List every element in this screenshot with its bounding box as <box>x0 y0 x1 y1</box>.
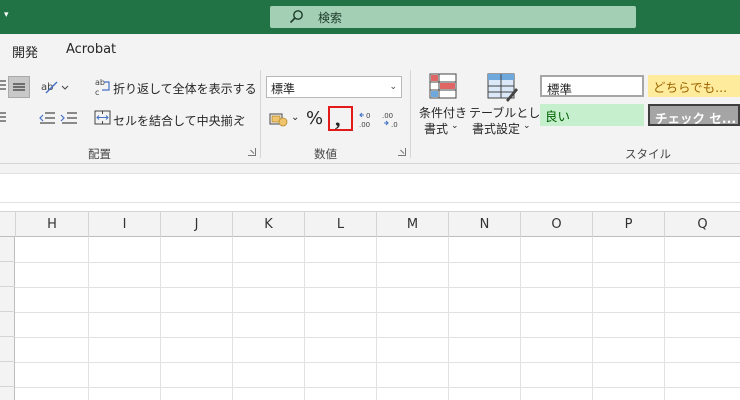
grid-line <box>15 287 740 288</box>
merge-center-button[interactable]: セルを結合して中央揃え <box>113 112 245 129</box>
grid-line <box>15 362 740 363</box>
svg-text:ab: ab <box>95 78 105 87</box>
row-header[interactable] <box>0 237 15 262</box>
column-header-k[interactable]: K <box>232 212 304 237</box>
comma-style-button[interactable]: , <box>328 106 353 131</box>
wrap-text-button[interactable]: 折り返して全体を表示する <box>113 80 257 97</box>
chevron-down-icon: ⌄ <box>523 121 531 131</box>
merge-center-icon <box>94 110 111 125</box>
column-header-j[interactable]: J <box>160 212 232 237</box>
row-header[interactable] <box>0 362 15 387</box>
formula-gap <box>0 203 740 211</box>
format-as-table-icon <box>487 73 518 102</box>
search-box[interactable]: 検索 <box>270 6 636 28</box>
column-header-h[interactable]: H <box>15 212 88 237</box>
cell-style-neutral-label: どちらでも... <box>653 80 728 95</box>
cell-style-normal-label: 標準 <box>547 82 573 97</box>
ribbon-gap <box>0 164 740 173</box>
svg-text:.00: .00 <box>382 112 393 120</box>
column-header-q[interactable]: Q <box>664 212 740 237</box>
tab-developer[interactable]: 開発 <box>12 42 38 61</box>
column-header-bar: H I J K L M N O P Q <box>0 211 740 237</box>
cell-style-good[interactable]: 良い <box>540 104 644 126</box>
svg-text:.0: .0 <box>391 121 398 129</box>
row-header-bar <box>0 237 15 400</box>
row-header[interactable] <box>0 337 15 362</box>
orientation-icon[interactable]: ab <box>40 78 70 96</box>
cell-style-neutral[interactable]: どちらでも... <box>648 75 740 97</box>
cell-style-good-label: 良い <box>545 109 571 124</box>
decrease-decimal-icon[interactable]: .00 .0 <box>381 110 401 130</box>
increase-indent-icon[interactable] <box>60 110 78 126</box>
alignment-launcher-icon[interactable] <box>248 148 256 156</box>
grid-line <box>15 387 740 388</box>
column-header-n[interactable]: N <box>448 212 520 237</box>
cell-style-check-cell[interactable]: チェック セ... <box>648 104 740 126</box>
middle-align-button[interactable] <box>8 76 30 98</box>
quick-access-dropdown-icon[interactable]: ▾ <box>4 10 9 20</box>
title-bar: ▾ 検索 <box>0 0 740 34</box>
grid-line <box>15 337 740 338</box>
svg-text:c: c <box>95 88 99 97</box>
chevron-down-icon: ⌄ <box>451 121 459 131</box>
search-icon <box>289 10 303 24</box>
increase-decimal-icon[interactable]: 0 .00 <box>358 110 378 130</box>
svg-text:.00: .00 <box>359 121 370 129</box>
accounting-format-icon[interactable] <box>269 111 289 129</box>
number-launcher-icon[interactable] <box>398 148 406 156</box>
percent-style-button[interactable]: % <box>306 108 323 129</box>
column-header-l[interactable]: L <box>304 212 376 237</box>
align-right-icon[interactable] <box>0 78 8 94</box>
row-header[interactable] <box>0 287 15 312</box>
group-separator <box>410 70 411 158</box>
column-header-m[interactable]: M <box>376 212 448 237</box>
tab-acrobat[interactable]: Acrobat <box>66 42 116 57</box>
wrap-text-icon: ab c <box>95 78 110 97</box>
chevron-down-icon: ⌄ <box>389 82 397 92</box>
number-format-select[interactable]: 標準 ⌄ <box>266 76 402 98</box>
column-header-i[interactable]: I <box>88 212 160 237</box>
styles-group-label: スタイル <box>625 147 671 161</box>
align-justify-icon[interactable] <box>0 110 8 126</box>
merge-dropdown-icon[interactable]: ⌄ <box>238 111 246 122</box>
ribbon-tab-bar: 開発 Acrobat <box>0 34 740 64</box>
svg-text:0: 0 <box>366 112 370 120</box>
conditional-formatting-button[interactable]: 条件付き <box>419 104 467 121</box>
conditional-formatting-label-2: 書式 <box>424 122 449 136</box>
conditional-formatting-icon <box>429 73 457 99</box>
row-header[interactable] <box>0 262 15 287</box>
cell-style-check-cell-label: チェック セ... <box>655 111 737 126</box>
group-separator <box>260 70 261 158</box>
accounting-dropdown-icon[interactable]: ⌄ <box>291 112 299 123</box>
alignment-group-label: 配置 <box>88 147 111 161</box>
formula-bar[interactable] <box>0 173 740 203</box>
middle-align-icon <box>13 83 25 91</box>
format-as-table-label-2: 書式設定 <box>472 122 521 136</box>
number-format-value: 標準 <box>271 82 296 96</box>
grid-line <box>15 312 740 313</box>
column-header-p[interactable]: P <box>592 212 664 237</box>
cell-style-normal[interactable]: 標準 <box>540 75 644 97</box>
column-header-o[interactable]: O <box>520 212 592 237</box>
ribbon: ab ab c 折り返して全体を表示する セルを結合して中央揃え ⌄ 配置 標準 <box>0 64 740 164</box>
grid-line <box>15 262 740 263</box>
decrease-indent-icon[interactable] <box>38 110 56 126</box>
number-group-label: 数値 <box>314 147 337 161</box>
row-header[interactable] <box>0 312 15 337</box>
comma-style-glyph: , <box>335 106 341 131</box>
search-label: 検索 <box>318 11 343 25</box>
